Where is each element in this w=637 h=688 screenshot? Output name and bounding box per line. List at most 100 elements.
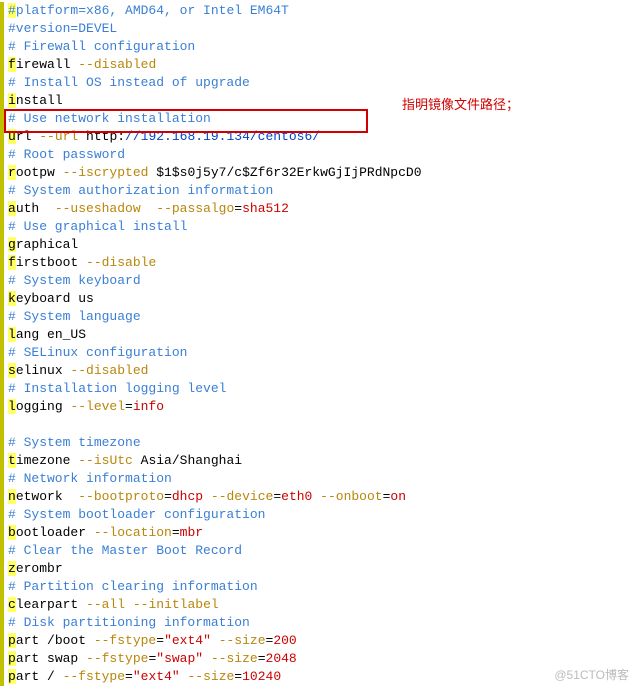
code-token: --fstype (94, 633, 156, 648)
code-token: "ext4" (164, 633, 211, 648)
code-token: # Clear the Master Boot Record (8, 543, 242, 558)
code-token: --useshadow (55, 201, 141, 216)
code-token: Asia/Shanghai (133, 453, 242, 468)
code-line: part swap --fstype="swap" --size=2048 (0, 650, 637, 668)
code-token: f (8, 255, 16, 270)
code-token: art /boot (16, 633, 94, 648)
code-line: #version=DEVEL (0, 20, 637, 38)
code-line: # Firewall configuration (0, 38, 637, 56)
code-line: # System language (0, 308, 637, 326)
code-line: # Network information (0, 470, 637, 488)
code-token: //192.168.19.134/centos6/ (125, 129, 320, 144)
code-line: graphical (0, 236, 637, 254)
code-line: # Partition clearing information (0, 578, 637, 596)
code-line: # System authorization information (0, 182, 637, 200)
code-token: etwork (16, 489, 78, 504)
code-token: mbr (180, 525, 203, 540)
code-token: raphical (16, 237, 78, 252)
code-token: 10240 (242, 669, 281, 684)
code-token: --initlabel (133, 597, 219, 612)
code-token: #version=DEVEL (8, 21, 117, 36)
code-token: # Partition clearing information (8, 579, 258, 594)
code-token: --size (211, 651, 258, 666)
code-token: --passalgo (156, 201, 234, 216)
code-token: info (133, 399, 164, 414)
code-token: p (8, 651, 16, 666)
code-token: --all (86, 597, 125, 612)
code-line: firstboot --disable (0, 254, 637, 272)
code-token: # Install OS instead of upgrade (8, 75, 250, 90)
code-token: ootpw (16, 165, 63, 180)
code-token: t (8, 453, 16, 468)
code-line: url --url http://192.168.19.134/centos6/ (0, 128, 637, 146)
code-token: # Root password (8, 147, 125, 162)
code-line: # System keyboard (0, 272, 637, 290)
code-token: irstboot (16, 255, 86, 270)
code-line: network --bootproto=dhcp --device=eth0 -… (0, 488, 637, 506)
code-line: # Use graphical install (0, 218, 637, 236)
code-token: ang en_US (16, 327, 86, 342)
code-token: # System language (8, 309, 141, 324)
code-token: = (156, 633, 164, 648)
code-token: art swap (16, 651, 86, 666)
annotation-text: 指明镜像文件路径； (402, 96, 519, 114)
code-token: --url (39, 129, 78, 144)
code-token: irewall (16, 57, 78, 72)
code-token: --level (70, 399, 125, 414)
code-token: erombr (16, 561, 63, 576)
code-token: --location (94, 525, 172, 540)
code-token: sha512 (242, 201, 289, 216)
code-token: c (8, 597, 16, 612)
code-token: # Firewall configuration (8, 39, 195, 54)
code-token (312, 489, 320, 504)
code-token: eyboard us (16, 291, 94, 306)
code-token: --disable (86, 255, 156, 270)
code-line (0, 416, 637, 434)
code-token: --onboot (320, 489, 382, 504)
code-line: # Use network installation (0, 110, 637, 128)
code-token: eth0 (281, 489, 312, 504)
code-token: # Use network installation (8, 111, 211, 126)
code-line: timezone --isUtc Asia/Shanghai (0, 452, 637, 470)
code-line: # SELinux configuration (0, 344, 637, 362)
code-token: "ext4" (133, 669, 180, 684)
code-token (211, 633, 219, 648)
code-line: # Root password (0, 146, 637, 164)
code-token: = (234, 669, 242, 684)
code-token: a (8, 201, 16, 216)
code-token: --size (219, 633, 266, 648)
code-token: --fstype (86, 651, 148, 666)
code-token: ogging (16, 399, 71, 414)
code-line: firewall --disabled (0, 56, 637, 74)
code-token: # System bootloader configuration (8, 507, 265, 522)
code-editor: #platform=x86, AMD64, or Intel EM64T#ver… (0, 0, 637, 688)
code-token: # System timezone (8, 435, 141, 450)
code-token: rl (16, 129, 39, 144)
code-token: f (8, 57, 16, 72)
code-token: z (8, 561, 16, 576)
code-line: keyboard us (0, 290, 637, 308)
code-token: l (8, 327, 16, 342)
code-token: = (125, 669, 133, 684)
code-token: --bootproto (78, 489, 164, 504)
code-token: art / (16, 669, 63, 684)
code-token: uth (16, 201, 55, 216)
code-token: 2048 (266, 651, 297, 666)
code-token: --fstype (63, 669, 125, 684)
code-token: u (8, 129, 16, 144)
code-line: part / --fstype="ext4" --size=10240 (0, 668, 637, 686)
code-token: # Installation logging level (8, 381, 226, 396)
code-line: auth --useshadow --passalgo=sha512 (0, 200, 637, 218)
code-line: # System timezone (0, 434, 637, 452)
code-token: # System keyboard (8, 273, 141, 288)
code-token: $1$s0j5y7/c$Zf6r32ErkwGjIjPRdNpcD0 (148, 165, 421, 180)
code-token: --disabled (78, 57, 156, 72)
code-token: "swap" (156, 651, 203, 666)
code-token: 200 (273, 633, 296, 648)
code-line: bootloader --location=mbr (0, 524, 637, 542)
code-token: nstall (16, 93, 63, 108)
code-token: --disabled (70, 363, 148, 378)
code-line: # System bootloader configuration (0, 506, 637, 524)
code-token: r (8, 165, 16, 180)
code-token: --iscrypted (63, 165, 149, 180)
